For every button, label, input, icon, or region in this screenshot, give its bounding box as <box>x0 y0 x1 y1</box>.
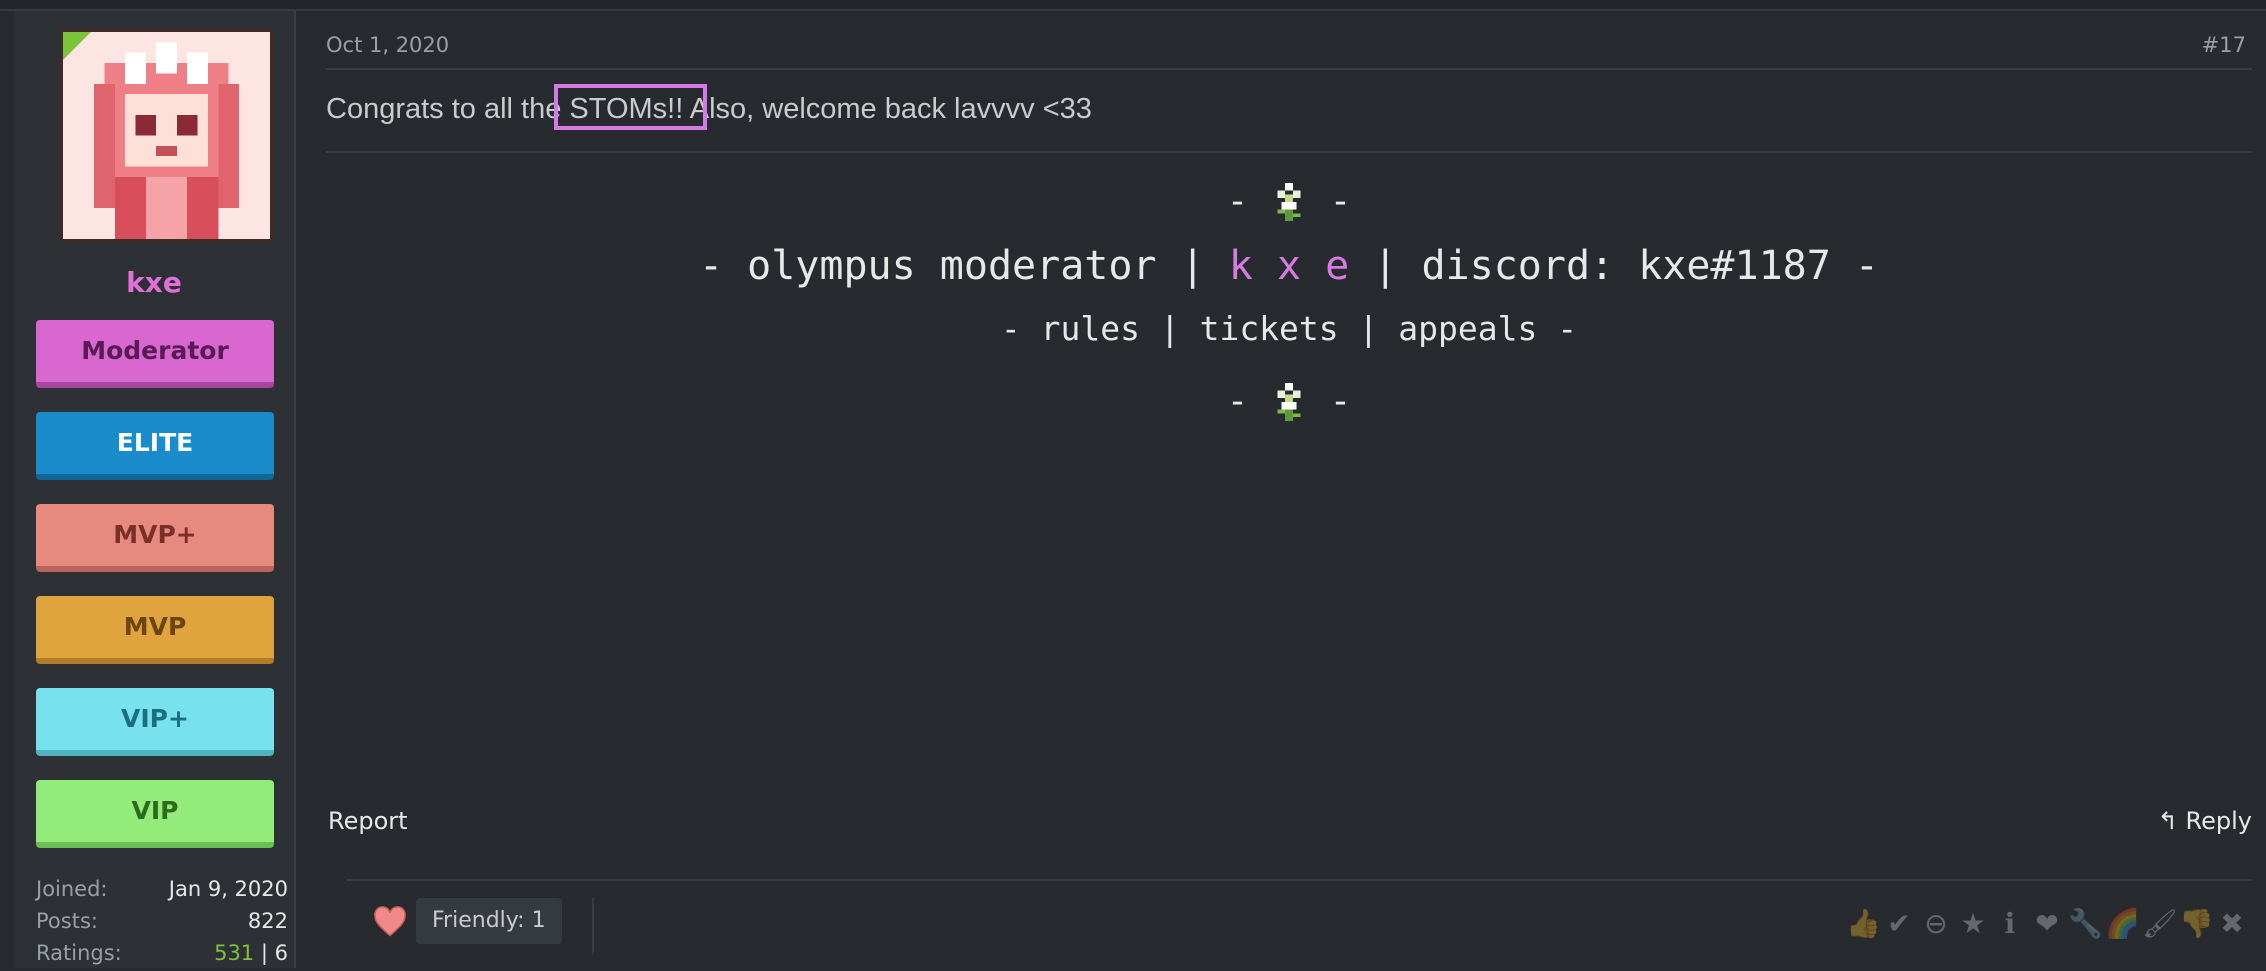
flower-icon <box>1277 383 1301 421</box>
signature-flower-bottom: - - <box>1226 381 1352 422</box>
star-icon[interactable]: ★ <box>1957 908 1989 940</box>
brush-icon[interactable]: 🖌 <box>2142 908 2178 940</box>
username[interactable]: kxe <box>14 266 294 299</box>
badge-moderator: Moderator <box>36 320 274 388</box>
avatar[interactable] <box>59 28 274 243</box>
stat-joined-value: Jan 9, 2020 <box>168 877 288 901</box>
signature-line-1-a: - olympus moderator | <box>698 243 1229 289</box>
reaction-icons: 👍 ✔ ⊖ ★ ℹ ❤ 🔧 🌈 🖌 👎 ✖ <box>1846 908 2248 944</box>
rainbow-icon[interactable]: 🌈 <box>2105 908 2140 940</box>
badge-vip: VIP <box>36 780 274 848</box>
minus-icon[interactable]: ⊖ <box>1920 908 1952 940</box>
signature-line-1-b: | discord: kxe#1187 - <box>1349 243 1880 289</box>
avatar-image <box>63 32 270 239</box>
stat-ratings-label: Ratings: <box>36 941 122 965</box>
info-icon[interactable]: ℹ <box>1994 908 2026 940</box>
check-icon[interactable]: ✔ <box>1883 908 1915 940</box>
stat-posts-label: Posts: <box>36 909 98 933</box>
online-indicator <box>63 32 91 60</box>
stat-posts-value[interactable]: 822 <box>248 909 288 933</box>
badge-mvp-plus: MVP+ <box>36 504 274 572</box>
post-number[interactable]: #17 <box>2202 33 2246 57</box>
heart-icon[interactable]: ❤ <box>2031 908 2063 940</box>
post-date[interactable]: Oct 1, 2020 <box>326 33 449 57</box>
stat-ratings-value: 531 | 6 <box>214 941 288 965</box>
reactions-divider <box>346 879 2252 881</box>
reaction-summary-pill[interactable]: Friendly: 1 <box>416 898 562 944</box>
badge-elite: ELITE <box>36 412 274 480</box>
divider <box>326 68 2252 70</box>
reply-button[interactable]: ↰ Reply <box>2158 807 2252 835</box>
thumbs-down-icon[interactable]: 👎 <box>2179 908 2214 940</box>
reply-icon: ↰ <box>2157 807 2178 835</box>
signature-line-1: - olympus moderator | k x e | discord: k… <box>326 243 2252 289</box>
user-sidebar: kxe Moderator ELITE MVP+ MVP VIP+ VIP Jo… <box>14 11 296 968</box>
signature-line-2[interactable]: - rules | tickets | appeals - <box>326 309 2252 348</box>
badge-vip-plus: VIP+ <box>36 688 274 756</box>
x-icon[interactable]: ✖ <box>2216 908 2248 940</box>
thumbs-up-icon[interactable]: 👍 <box>1846 908 1881 940</box>
highlight-box <box>554 84 707 130</box>
flower-icon <box>1277 183 1301 221</box>
frame-top-bar <box>0 0 2266 11</box>
stat-ratings: Ratings: 531 | 6 <box>36 941 288 971</box>
reaction-separator <box>592 898 594 954</box>
post-message: Congrats to all the STOMs!! Also, welcom… <box>326 93 1092 125</box>
stat-posts: Posts: 822 <box>36 909 288 939</box>
ratings-separator: | <box>260 941 268 965</box>
stat-joined-label: Joined: <box>36 877 108 901</box>
reply-label: Reply <box>2185 807 2252 835</box>
ratings-positive: 531 <box>214 941 255 965</box>
stat-joined: Joined: Jan 9, 2020 <box>36 877 288 907</box>
signature-flower-top: - - <box>1226 181 1352 222</box>
ratings-negative: 6 <box>274 941 288 965</box>
wrench-icon[interactable]: 🔧 <box>2068 908 2103 940</box>
post-main: Oct 1, 2020 #17 Congrats to all the STOM… <box>296 11 2266 968</box>
heart-icon[interactable] <box>372 904 408 940</box>
signature-name: k x e <box>1228 243 1350 289</box>
report-link[interactable]: Report <box>328 807 408 835</box>
badge-mvp: MVP <box>36 596 274 664</box>
signature-divider <box>326 151 2252 153</box>
